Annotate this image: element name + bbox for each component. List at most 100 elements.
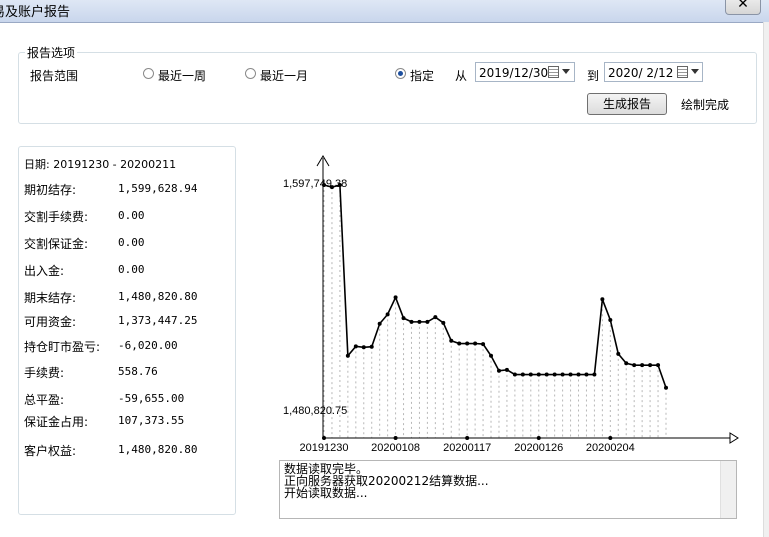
- title-bar: 易及账户报告 ✕: [0, 0, 769, 23]
- radio-last-week-label[interactable]: 最近一周: [158, 67, 206, 84]
- data-point: [592, 372, 597, 377]
- data-point: [560, 372, 565, 377]
- data-point: [369, 344, 374, 349]
- data-point: [496, 368, 501, 373]
- summary-label: 持仓盯市盈亏:: [24, 340, 101, 354]
- data-point: [568, 372, 573, 377]
- summary-label: 期初结存:: [24, 183, 77, 197]
- data-point: [417, 319, 422, 324]
- x-tick-label: 20200204: [586, 442, 635, 454]
- data-point: [345, 353, 350, 358]
- chevron-down-icon[interactable]: [562, 69, 570, 74]
- data-point: [640, 363, 645, 368]
- close-button[interactable]: ✕: [725, 0, 761, 15]
- summary-panel: [18, 146, 236, 515]
- data-point: [457, 341, 462, 346]
- data-point: [465, 341, 470, 346]
- summary-value: 0.00: [118, 236, 145, 249]
- data-point: [385, 312, 390, 317]
- summary-label: 期末结存:: [24, 291, 77, 305]
- radio-last-month-label[interactable]: 最近一月: [260, 67, 308, 84]
- to-date-picker[interactable]: 2020/ 2/12: [604, 62, 703, 82]
- calendar-icon: [677, 66, 688, 78]
- summary-label: 手续费:: [24, 366, 65, 380]
- x-axis-arrow: [729, 432, 739, 444]
- summary-label: 交割保证金:: [24, 237, 89, 251]
- from-date-value: 2019/12/30: [479, 66, 549, 80]
- data-point: [536, 372, 541, 377]
- x-tick-mark: [322, 436, 326, 440]
- data-point: [584, 372, 589, 377]
- data-point: [433, 315, 438, 320]
- data-point: [544, 372, 549, 377]
- summary-value: -6,020.00: [118, 339, 178, 352]
- x-tick-label: 20200117: [443, 442, 491, 454]
- data-point: [632, 363, 637, 368]
- log-scrollbar[interactable]: [720, 461, 736, 518]
- range-label: 报告范围: [30, 69, 79, 83]
- data-point: [608, 317, 613, 322]
- data-point: [512, 372, 517, 377]
- y-min-label: 1,480,820.75: [283, 405, 347, 417]
- data-point: [504, 367, 509, 372]
- summary-value: 0.00: [118, 263, 145, 276]
- log-box[interactable]: 数据读取完毕。 正向服务器获取20200212结算数据... 开始读取数据...: [279, 460, 737, 519]
- summary-label: 交割手续费:: [24, 210, 89, 224]
- data-point: [393, 295, 398, 300]
- data-point: [520, 372, 525, 377]
- data-point: [449, 338, 454, 343]
- data-point: [473, 341, 478, 346]
- window-scrollbar[interactable]: [763, 22, 769, 537]
- x-tick-mark: [393, 436, 398, 440]
- x-tick-label: 20191230: [300, 442, 349, 454]
- data-point: [441, 320, 446, 325]
- radio-custom-label[interactable]: 指定: [410, 67, 434, 84]
- equity-chart: 1,597,749.38 1,480,820.75 20191230 202001…: [283, 155, 739, 454]
- data-point: [664, 385, 668, 390]
- series-line: [323, 183, 667, 388]
- summary-label: 出入金:: [24, 264, 65, 278]
- summary-label: 总平盈:: [24, 393, 65, 407]
- summary-value: 558.76: [118, 365, 158, 378]
- summary-label: 客户权益:: [24, 444, 77, 458]
- x-tick-mark: [608, 436, 613, 440]
- to-date-value: 2020/ 2/12: [608, 66, 674, 80]
- data-point: [528, 372, 533, 377]
- options-group-title: 报告选项: [25, 44, 78, 61]
- from-label: 从: [455, 69, 468, 83]
- x-tick-label: 20200126: [514, 442, 563, 454]
- summary-value: 107,373.55: [118, 414, 185, 427]
- data-point: [576, 372, 581, 377]
- log-line: 开始读取数据...: [284, 486, 368, 500]
- data-point: [656, 363, 661, 368]
- radio-last-week[interactable]: [143, 68, 154, 79]
- data-point: [361, 345, 366, 350]
- x-tick-label: 20200108: [371, 442, 420, 454]
- summary-label: 保证金占用:: [24, 415, 89, 429]
- summary-value: -59,655.00: [118, 392, 185, 405]
- from-date-picker[interactable]: 2019/12/30: [475, 62, 575, 82]
- generate-report-button[interactable]: 生成报告: [587, 93, 667, 115]
- radio-last-month[interactable]: [245, 68, 256, 79]
- summary-value: 1,480,820.80: [118, 443, 198, 456]
- data-point: [552, 372, 557, 377]
- status-text: 绘制完成: [681, 98, 730, 112]
- x-tick-mark: [465, 436, 470, 440]
- data-point: [600, 297, 605, 302]
- radio-custom[interactable]: [395, 68, 406, 79]
- data-point: [353, 344, 358, 349]
- chevron-down-icon[interactable]: [691, 69, 699, 74]
- x-tick-mark: [536, 436, 541, 440]
- data-point: [648, 363, 653, 368]
- data-point: [489, 353, 494, 358]
- summary-value: 1,480,820.80: [118, 290, 198, 303]
- data-point: [401, 316, 406, 321]
- to-label: 到: [587, 69, 600, 83]
- data-point: [425, 319, 430, 324]
- summary-value: 1,599,628.94: [118, 182, 198, 195]
- summary-label: 可用资金:: [24, 315, 77, 329]
- y-max-label: 1,597,749.38: [283, 178, 347, 190]
- data-point: [409, 319, 414, 324]
- data-point: [377, 321, 382, 326]
- summary-value: 1,373,447.25: [118, 314, 198, 327]
